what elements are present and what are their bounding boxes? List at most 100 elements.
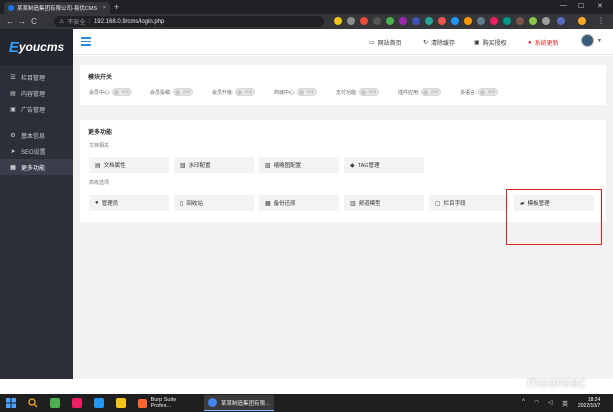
switch-label: 会员投稿: xyxy=(150,89,172,96)
app-icon[interactable] xyxy=(50,398,60,408)
tag-icon: ◆ xyxy=(350,162,355,169)
extension-icon[interactable] xyxy=(477,17,485,25)
new-tab-button[interactable]: + xyxy=(114,2,119,12)
clear-cache-link[interactable]: ↻ 清除缓存 xyxy=(423,38,455,47)
app-icon[interactable] xyxy=(72,398,82,408)
panel-title: 模块开关 xyxy=(88,75,113,81)
toggle-switch[interactable]: 关闭 xyxy=(112,88,133,96)
system-clock[interactable]: 18:24 2022/10/7 xyxy=(578,397,600,409)
address-bar[interactable]: ⚠ 不安全 | 192.168.0.9/cms/login.php xyxy=(54,16,324,27)
forward-button[interactable]: → xyxy=(16,17,28,26)
extension-icon[interactable] xyxy=(516,17,524,25)
send-icon: ➤ xyxy=(10,148,16,155)
sidebar-item-more[interactable]: ▦ 更多功能 xyxy=(0,159,73,175)
image-icon: ▧ xyxy=(180,162,186,169)
taskbar-app-label: 某某制造集团有限... xyxy=(221,400,270,407)
avatar[interactable] xyxy=(581,34,594,47)
minimize-button[interactable]: — xyxy=(560,2,567,9)
doc-attributes-button[interactable]: ▤ 文档属性 xyxy=(89,157,169,173)
sidebar-item-content[interactable]: ▤ 内容管理 xyxy=(0,85,73,101)
more-menu-icon[interactable]: ⋮ xyxy=(597,16,605,25)
windows-start-icon[interactable] xyxy=(6,398,16,408)
logo-mark: E xyxy=(8,38,19,56)
extension-icon[interactable] xyxy=(360,17,368,25)
extension-icon[interactable] xyxy=(529,17,537,25)
sidebar-item-label: SEO设置 xyxy=(21,149,46,156)
system-update-link[interactable]: ● 系统更新 xyxy=(528,38,559,48)
toggle-switch[interactable]: 关闭 xyxy=(359,88,380,96)
main-content: 模块开关 会员中心: 关闭 会员投稿: 关闭 会员升级: 关闭 商城中心: 关闭… xyxy=(73,56,613,379)
gear-icon: ⚙ xyxy=(10,132,16,139)
extension-icon[interactable] xyxy=(386,17,394,25)
clear-cache-label: 清除缓存 xyxy=(431,41,456,47)
extension-icon[interactable] xyxy=(334,17,342,25)
extension-icon[interactable] xyxy=(451,17,459,25)
switch-label: 多语言: xyxy=(460,89,477,96)
browser-tab[interactable]: 某某制造集团有限公司-易优CMS × xyxy=(4,2,110,14)
taskbar-app-burp[interactable]: Burp Suite Profes... xyxy=(134,395,200,411)
list-icon: ☰ xyxy=(10,74,16,81)
logo[interactable]: E youcms xyxy=(0,29,73,65)
profile-icon[interactable] xyxy=(557,17,565,25)
sidebar-item-basic-info[interactable]: ⚙ 基本信息 xyxy=(0,127,73,143)
folder-icon[interactable] xyxy=(116,398,126,408)
column-field-button[interactable]: ▢ 栏目字段 xyxy=(429,195,509,211)
volume-icon[interactable]: ◁ xyxy=(548,399,553,406)
extension-icon[interactable] xyxy=(347,17,355,25)
toggle-switch[interactable]: 关闭 xyxy=(297,88,318,96)
ime-indicator[interactable]: 英 xyxy=(562,399,568,408)
admin-button[interactable]: ● 管理员 xyxy=(89,195,169,211)
database-icon: ▦ xyxy=(265,200,271,207)
site-home-link[interactable]: ▭ 网站首页 xyxy=(369,38,402,47)
section-label: 高级选项 xyxy=(89,180,110,186)
extension-icon[interactable] xyxy=(425,17,433,25)
puzzle-icon[interactable] xyxy=(542,17,550,25)
toggle-switch[interactable]: 关闭 xyxy=(173,88,194,96)
toggle-switch[interactable]: 关闭 xyxy=(235,88,256,96)
sidebar-item-seo[interactable]: ➤ SEO设置 xyxy=(0,143,73,159)
watermark-text: moonsec xyxy=(527,376,586,391)
extension-icon[interactable] xyxy=(373,17,381,25)
switch-label: 会员升级: xyxy=(212,89,234,96)
extension-icon[interactable] xyxy=(399,17,407,25)
close-window-button[interactable]: ✕ xyxy=(597,2,603,10)
watermark-config-button[interactable]: ▧ 水印配置 xyxy=(174,157,254,173)
search-icon[interactable] xyxy=(28,398,38,408)
network-icon[interactable]: ◠ xyxy=(534,399,539,406)
user-icon: ● xyxy=(95,200,99,206)
extension-icon[interactable] xyxy=(464,17,472,25)
switch-plugins: 插件应用: 关闭 xyxy=(398,88,442,96)
grid-icon: ▦ xyxy=(10,164,16,171)
extension-icon[interactable] xyxy=(503,17,511,25)
recycle-bin-button[interactable]: ▯ 回收站 xyxy=(174,195,254,211)
extension-icon[interactable] xyxy=(438,17,446,25)
menu-toggle-icon[interactable] xyxy=(81,37,91,46)
sidebar-item-ads[interactable]: ▣ 广告管理 xyxy=(0,101,73,117)
site-favicon-icon xyxy=(8,5,14,11)
toggle-switch[interactable]: 关闭 xyxy=(478,88,499,96)
switch-multilang: 多语言: 关闭 xyxy=(460,88,499,96)
profile-avatar-icon[interactable] xyxy=(578,17,586,25)
maximize-button[interactable]: ☐ xyxy=(578,2,584,10)
tab-close-icon[interactable]: × xyxy=(103,5,106,11)
app-icon[interactable] xyxy=(94,398,104,408)
burp-icon xyxy=(138,398,147,408)
sidebar-item-label: 广告管理 xyxy=(21,107,46,114)
toggle-switch[interactable]: 关闭 xyxy=(421,88,442,96)
url-text: 192.168.0.9/cms/login.php xyxy=(93,18,165,25)
tag-manage-button[interactable]: ◆ TAG管理 xyxy=(344,157,424,173)
back-button[interactable]: ← xyxy=(4,17,16,26)
chevron-up-icon[interactable]: ^ xyxy=(522,399,525,405)
sidebar-item-column[interactable]: ☰ 栏目管理 xyxy=(0,69,73,85)
extension-icon[interactable] xyxy=(490,17,498,25)
taskbar-app-chrome[interactable]: 某某制造集团有限... xyxy=(204,395,274,411)
extension-icon[interactable] xyxy=(412,17,420,25)
chevron-down-icon[interactable]: ▼ xyxy=(597,38,602,44)
thumbnail-config-button[interactable]: ▨ 缩略图配置 xyxy=(259,157,339,173)
divider: | xyxy=(88,18,90,25)
channel-model-button[interactable]: ▥ 频道模型 xyxy=(344,195,424,211)
monitor-icon: ▭ xyxy=(369,40,375,46)
reload-button[interactable]: C xyxy=(28,17,40,26)
buy-license-link[interactable]: ▣ 购买授权 xyxy=(474,38,507,47)
backup-restore-button[interactable]: ▦ 备份还原 xyxy=(259,195,339,211)
